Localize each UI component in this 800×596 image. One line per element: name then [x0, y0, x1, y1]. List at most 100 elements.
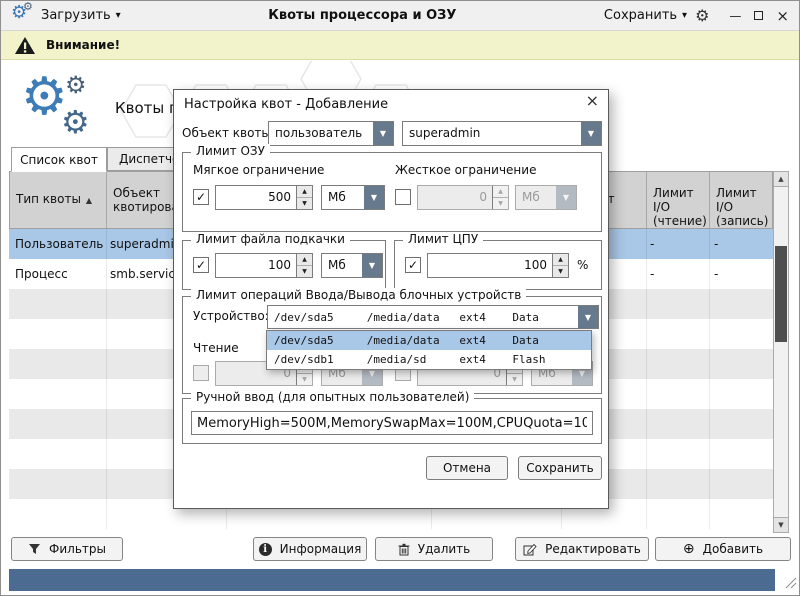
- edit-pencil-icon: [523, 543, 537, 556]
- quota-object-value-combo[interactable]: superadmin ▼: [402, 121, 602, 146]
- device-option-sda5[interactable]: /dev/sda5 /media/data ext4 Data: [267, 331, 591, 350]
- hard-limit-checkbox[interactable]: [395, 189, 411, 205]
- dialog-title: Настройка квот - Добавление: [184, 97, 388, 112]
- manual-input-group: Ручной ввод (для опытных пользователей): [182, 398, 602, 444]
- spinner-up-button: ▲: [493, 186, 508, 198]
- delete-button[interactable]: Удалить: [375, 537, 493, 561]
- cpu-limit-legend: Лимит ЦПУ: [403, 232, 483, 246]
- spinner-value: 100: [216, 254, 296, 277]
- scroll-up-button[interactable]: ▲: [774, 172, 788, 187]
- vertical-scrollbar[interactable]: ▲ ▼: [773, 171, 789, 533]
- window-title: Квоты процессора и ОЗУ: [129, 8, 596, 23]
- checkmark-icon: ✓: [196, 190, 206, 204]
- spinner-value: 100: [428, 254, 552, 277]
- combo-arrow-icon[interactable]: ▼: [581, 122, 601, 145]
- cpu-limit-checkbox[interactable]: ✓: [405, 257, 421, 273]
- ram-limit-group: Лимит ОЗУ Мягкое ограничение Жесткое огр…: [182, 152, 602, 232]
- add-plus-icon: ⊕: [683, 542, 695, 556]
- minimize-button[interactable]: —: [729, 9, 741, 23]
- combo-arrow-icon[interactable]: ▼: [373, 122, 393, 145]
- gear-icon: ⚙: [23, 0, 33, 13]
- soft-limit-checkbox[interactable]: ✓: [193, 189, 209, 205]
- funnel-icon: [28, 543, 41, 555]
- settings-gear-icon[interactable]: ⚙: [695, 6, 709, 25]
- combo-arrow-icon[interactable]: ▼: [578, 306, 598, 328]
- spinner-up-button[interactable]: ▲: [297, 186, 312, 198]
- status-bar: [9, 569, 775, 591]
- save-button[interactable]: Сохранить: [518, 456, 602, 480]
- soft-limit-label: Мягкое ограничение: [193, 163, 324, 177]
- spinner-down-button[interactable]: ▼: [297, 266, 312, 277]
- spinner-value: 500: [216, 186, 296, 209]
- warning-text: Внимание!: [46, 38, 120, 52]
- chevron-down-icon: ▾: [116, 11, 121, 21]
- logo-gear-medium-icon: ⚙: [61, 103, 90, 141]
- logo-gear-small-icon: ⚙: [65, 71, 87, 99]
- combo-arrow-icon[interactable]: ▼: [364, 186, 384, 209]
- swap-limit-unit-combo[interactable]: Мб ▼: [321, 253, 383, 278]
- spinner-down-button[interactable]: ▼: [297, 198, 312, 209]
- save-label: Сохранить: [604, 8, 677, 23]
- info-icon: i: [259, 543, 272, 556]
- io-limit-legend: Лимит операций Ввода/Вывода блочных устр…: [191, 288, 526, 302]
- resize-grip[interactable]: [783, 574, 797, 593]
- edit-button[interactable]: Редактировать: [515, 537, 649, 561]
- hard-limit-label: Жесткое ограничение: [395, 163, 536, 177]
- table-header-io-read[interactable]: Лимит I/O (чтение): [647, 172, 710, 228]
- soft-limit-unit-combo[interactable]: Мб ▼: [321, 185, 385, 210]
- spinner-down-button: ▼: [507, 374, 522, 385]
- app-logo-gear-icon: ⚙ ⚙: [11, 5, 33, 27]
- combo-value: Мб: [516, 186, 556, 209]
- swap-limit-spinner[interactable]: 100 ▲ ▼: [215, 253, 313, 278]
- scrollbar-thumb[interactable]: [775, 246, 787, 342]
- table-header-io-write[interactable]: Лимит I/O (запись): [710, 172, 774, 228]
- io-read-checkbox: [193, 365, 209, 381]
- soft-limit-spinner[interactable]: 500 ▲ ▼: [215, 185, 313, 210]
- tab-quota-list[interactable]: Список квот: [11, 147, 107, 172]
- scroll-down-icon: ▼: [778, 521, 783, 529]
- spinner-up-button[interactable]: ▲: [553, 254, 568, 266]
- add-button[interactable]: ⊕ Добавить: [655, 537, 791, 561]
- spinner-up-button[interactable]: ▲: [297, 254, 312, 266]
- column-separator: [646, 229, 647, 529]
- scroll-down-button[interactable]: ▼: [774, 517, 788, 532]
- manual-input-legend: Ручной ввод (для опытных пользователей): [191, 390, 474, 404]
- column-separator: [106, 229, 107, 529]
- chevron-down-icon: ▾: [682, 11, 687, 21]
- window-controls: — ×: [729, 7, 789, 25]
- ram-limit-legend: Лимит ОЗУ: [191, 144, 270, 158]
- information-button[interactable]: i Информация: [253, 537, 367, 561]
- hard-limit-spinner: 0 ▲ ▼: [417, 185, 509, 210]
- dialog-close-icon[interactable]: ×: [586, 93, 599, 109]
- combo-value: /dev/sda5 /media/data ext4 Data: [268, 306, 578, 328]
- table-header-type[interactable]: Тип квоты▲: [10, 172, 107, 228]
- load-label: Загрузить: [41, 8, 111, 23]
- column-separator: [709, 229, 710, 529]
- title-bar: ⚙ ⚙ Загрузить ▾ Квоты процессора и ОЗУ С…: [1, 1, 799, 31]
- swap-limit-legend: Лимит файла подкачки: [191, 232, 350, 246]
- load-dropdown-button[interactable]: Загрузить ▾: [41, 8, 121, 23]
- spinner-down-button: ▼: [297, 374, 312, 385]
- spinner-down-button[interactable]: ▼: [553, 266, 568, 277]
- trash-icon: [398, 543, 410, 556]
- save-dropdown-button[interactable]: Сохранить ▾: [604, 8, 687, 23]
- swap-limit-checkbox[interactable]: ✓: [193, 257, 209, 273]
- manual-input-field[interactable]: [191, 411, 593, 435]
- combo-value: Мб: [322, 186, 364, 209]
- swap-limit-group: Лимит файла подкачки ✓ 100 ▲ ▼ Мб ▼: [182, 240, 386, 290]
- combo-value: Мб: [322, 254, 362, 277]
- cancel-button[interactable]: Отмена: [426, 456, 508, 480]
- warning-banner: Внимание!: [1, 31, 799, 60]
- close-button[interactable]: ×: [776, 7, 789, 25]
- combo-value: superadmin: [403, 122, 581, 145]
- percent-label: %: [577, 258, 588, 272]
- quota-object-type-combo[interactable]: пользователь ▼: [268, 121, 394, 146]
- filters-button[interactable]: Фильтры: [11, 537, 123, 561]
- scroll-up-icon: ▲: [778, 175, 783, 183]
- device-combo[interactable]: /dev/sda5 /media/data ext4 Data ▼: [267, 305, 599, 329]
- device-label: Устройство:: [193, 309, 269, 323]
- cpu-limit-spinner[interactable]: 100 ▲ ▼: [427, 253, 569, 278]
- device-option-sdb1[interactable]: /dev/sdb1 /media/sd ext4 Flash: [267, 350, 591, 369]
- combo-arrow-icon[interactable]: ▼: [362, 254, 382, 277]
- maximize-button[interactable]: [754, 11, 763, 20]
